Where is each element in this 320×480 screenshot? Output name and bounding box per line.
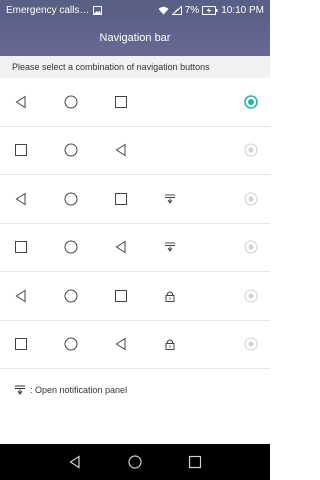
home-icon: [63, 191, 79, 207]
recent-apps-icon: [113, 191, 129, 207]
signal-icon: [171, 5, 182, 15]
option-row[interactable]: [0, 321, 270, 369]
recent-apps-icon: [13, 336, 29, 352]
status-text: Emergency calls…: [6, 4, 90, 16]
back-icon: [13, 94, 29, 110]
wifi-icon: [158, 6, 169, 15]
nav-recent-button[interactable]: [185, 452, 205, 472]
back-icon: [113, 336, 129, 352]
back-icon: [113, 142, 129, 158]
home-icon: [63, 288, 79, 304]
status-right: 7% 10:10 PM: [158, 5, 264, 16]
recent-apps-icon: [13, 142, 29, 158]
option-row[interactable]: [0, 175, 270, 224]
option-row[interactable]: [0, 127, 270, 175]
radio-unselected[interactable]: [244, 240, 258, 254]
status-left: Emergency calls…: [6, 4, 103, 16]
clock: 10:10 PM: [221, 4, 264, 16]
nav-back-button[interactable]: [65, 452, 85, 472]
legend: : Open notification panel: [0, 370, 270, 410]
notification-icon: [12, 382, 28, 398]
radio-unselected[interactable]: [244, 143, 258, 157]
back-icon: [13, 191, 29, 207]
option-row[interactable]: [0, 78, 270, 127]
option-row[interactable]: [0, 272, 270, 321]
lock-icon: [162, 288, 178, 304]
recent-apps-icon: [113, 288, 129, 304]
notification-icon: [162, 239, 178, 255]
status-bar: Emergency calls… 7% 10:10 PM: [0, 0, 270, 20]
page-header: Navigation bar: [0, 20, 270, 56]
lock-icon: [162, 336, 178, 352]
radio-selected[interactable]: [244, 94, 258, 109]
recent-apps-icon: [113, 94, 129, 110]
radio-unselected[interactable]: [244, 337, 258, 351]
battery-charging-icon: [202, 5, 218, 15]
subtitle-band: Please select a combination of navigatio…: [0, 56, 270, 78]
radio-unselected[interactable]: [244, 192, 258, 206]
image-icon: [93, 5, 103, 15]
nav-home-button[interactable]: [125, 452, 145, 472]
navigation-bar: [0, 444, 270, 480]
home-icon: [63, 94, 79, 110]
radio-unselected[interactable]: [244, 289, 258, 303]
recent-apps-icon: [13, 239, 29, 255]
back-icon: [113, 239, 129, 255]
battery-percent: 7%: [184, 4, 200, 16]
subtitle-text: Please select a combination of navigatio…: [12, 62, 210, 72]
option-row[interactable]: [0, 224, 270, 272]
home-icon: [63, 142, 79, 158]
options-list: [0, 78, 270, 369]
back-icon: [13, 288, 29, 304]
legend-text: : Open notification panel: [30, 385, 128, 395]
home-icon: [63, 336, 79, 352]
page-title: Navigation bar: [99, 32, 171, 44]
home-icon: [63, 239, 79, 255]
notification-icon: [162, 191, 178, 207]
